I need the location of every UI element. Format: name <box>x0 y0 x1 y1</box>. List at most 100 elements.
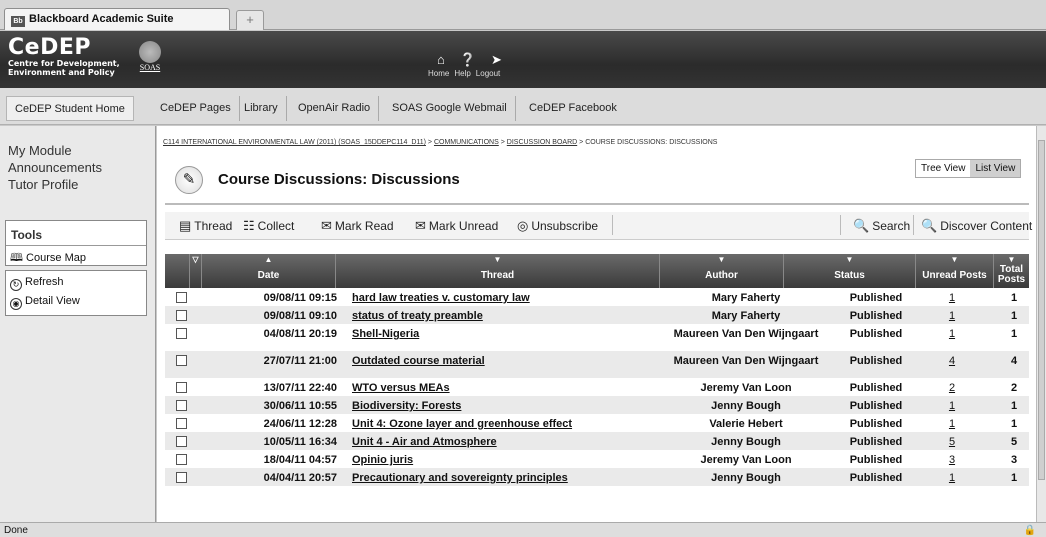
nav-library[interactable]: Library <box>236 96 287 121</box>
row-total-posts: 1 <box>1010 472 1018 484</box>
unread-posts-link[interactable]: 3 <box>922 454 982 466</box>
refresh-button[interactable]: ↻ Refresh <box>6 274 146 293</box>
unsubscribe-button[interactable]: ◎ Unsubscribe <box>517 218 598 234</box>
nav-cedep-student-home[interactable]: CeDEP Student Home <box>6 96 134 121</box>
refresh-icon: ↻ <box>10 279 22 291</box>
search-button[interactable]: 🔍 Search <box>853 218 910 234</box>
flag-column-header[interactable]: ▽ <box>189 254 201 288</box>
home-link[interactable]: Home <box>428 69 449 78</box>
unread-posts-link[interactable]: 1 <box>922 418 982 430</box>
detail-view-label: Detail View <box>25 295 80 307</box>
search-label: Search <box>872 219 911 233</box>
thread-link[interactable]: WTO versus MEAs <box>352 382 682 394</box>
nav-cedep-pages[interactable]: CeDEP Pages <box>152 96 240 121</box>
course-map-link[interactable]: 🕮 Course Map <box>6 246 146 271</box>
breadcrumb-communications[interactable]: COMMUNICATIONS <box>434 139 499 146</box>
new-thread-icon: ▤ <box>179 218 192 233</box>
row-checkbox[interactable] <box>176 328 187 339</box>
breadcrumb-separator: > <box>579 139 584 146</box>
course-navbar: CeDEP Student Home CeDEP Pages Library O… <box>0 88 1046 125</box>
sort-descending-icon: ▼ <box>493 255 502 264</box>
unread-posts-link[interactable]: 1 <box>922 328 982 340</box>
toolbar-divider <box>913 215 914 235</box>
page-scrollbar[interactable] <box>1036 126 1046 522</box>
row-checkbox[interactable] <box>176 436 187 447</box>
logout-link[interactable]: Logout <box>476 69 500 78</box>
thread-link[interactable]: Outdated course material <box>352 355 682 367</box>
sidebar-item-tutor-profile[interactable]: Tutor Profile <box>8 176 102 193</box>
nav-cedep-facebook[interactable]: CeDEP Facebook <box>521 96 625 121</box>
unread-posts-link[interactable]: 1 <box>922 292 982 304</box>
row-checkbox[interactable] <box>176 400 187 411</box>
table-row: 09/08/11 09:10 status of treaty preamble… <box>165 306 1029 324</box>
mark-unread-button[interactable]: ✉ Mark Unread <box>415 218 498 234</box>
thread-link[interactable]: Shell-Nigeria <box>352 328 682 340</box>
status-column-header[interactable]: ▼ Status <box>783 254 915 288</box>
thread-link[interactable]: status of treaty preamble <box>352 310 682 322</box>
cedep-logo[interactable]: CeDEP <box>8 35 91 60</box>
table-row: 04/04/11 20:57 Precautionary and soverei… <box>165 468 1029 486</box>
browser-status-bar: Done 🔒 <box>0 522 1046 537</box>
unread-posts-link[interactable]: 2 <box>922 382 982 394</box>
row-checkbox[interactable] <box>176 454 187 465</box>
thread-link[interactable]: hard law treaties v. customary law <box>352 292 682 304</box>
unread-posts-link[interactable]: 1 <box>922 310 982 322</box>
unread-posts-link[interactable]: 1 <box>922 400 982 412</box>
thread-link[interactable]: Unit 4: Ozone layer and greenhouse effec… <box>352 418 682 430</box>
row-checkbox[interactable] <box>176 292 187 303</box>
refresh-label: Refresh <box>25 276 64 288</box>
help-icon[interactable]: ❔ <box>460 52 476 68</box>
row-total-posts: 3 <box>1010 454 1018 466</box>
sidebar-item-announcements[interactable]: Announcements <box>8 159 102 176</box>
thread-link[interactable]: Precautionary and sovereignty principles <box>352 472 682 484</box>
scrollbar-thumb[interactable] <box>1038 140 1045 480</box>
row-date: 04/04/11 20:57 <box>263 472 337 484</box>
sidebar-item-my-module[interactable]: My Module <box>8 142 102 159</box>
list-view-button[interactable]: List View <box>970 160 1021 177</box>
nav-openair-radio[interactable]: OpenAir Radio <box>290 96 380 121</box>
author-column-header[interactable]: ▼ Author <box>659 254 783 288</box>
collect-button[interactable]: ☷ Collect <box>243 218 294 234</box>
row-checkbox[interactable] <box>176 310 187 321</box>
top-nav-labels: Home Help Logout <box>428 69 528 78</box>
logout-icon[interactable]: ➤ <box>491 52 502 68</box>
sort-ascending-icon: ▲ <box>264 255 273 264</box>
breadcrumb-separator: > <box>427 139 433 146</box>
breadcrumb-course[interactable]: C114 INTERNATIONAL ENVIRONMENTAL LAW (20… <box>163 139 426 146</box>
unread-posts-link[interactable]: 1 <box>922 472 982 484</box>
total-column-header[interactable]: ▼ Total Posts <box>993 254 1029 288</box>
thread-column-header[interactable]: ▼ Thread <box>335 254 659 288</box>
soas-logo: SOAS <box>135 41 165 81</box>
discover-content-button[interactable]: 🔍 Discover Content <box>921 218 1032 234</box>
row-checkbox[interactable] <box>176 382 187 393</box>
unread-posts-link[interactable]: 4 <box>922 355 982 367</box>
date-column-header[interactable]: ▲ Date <box>201 254 335 288</box>
flag-sort-icon: ▽ <box>192 255 199 264</box>
home-icon[interactable]: ⌂ <box>437 52 445 68</box>
browser-tab[interactable]: Bb Blackboard Academic Suite <box>4 8 230 30</box>
new-tab-button[interactable]: + <box>236 10 264 30</box>
unread-column-header[interactable]: ▼ Unread Posts <box>915 254 993 288</box>
thread-link[interactable]: Opinio juris <box>352 454 682 466</box>
collect-icon: ☷ <box>243 218 255 233</box>
thread-link[interactable]: Unit 4 - Air and Atmosphere <box>352 436 682 448</box>
tree-view-button[interactable]: Tree View <box>916 160 970 177</box>
detail-view-button[interactable]: ◉ Detail View <box>6 293 146 312</box>
help-link[interactable]: Help <box>454 69 470 78</box>
nav-soas-google-webmail[interactable]: SOAS Google Webmail <box>384 96 516 121</box>
row-checkbox[interactable] <box>176 355 187 366</box>
thread-link[interactable]: Biodiversity: Forests <box>352 400 682 412</box>
breadcrumb-current: COURSE DISCUSSIONS: DISCUSSIONS <box>585 139 718 146</box>
lock-icon: 🔒 <box>1023 525 1036 536</box>
breadcrumb: C114 INTERNATIONAL ENVIRONMENTAL LAW (20… <box>163 139 717 146</box>
unread-posts-link[interactable]: 5 <box>922 436 982 448</box>
mark-read-button[interactable]: ✉ Mark Read <box>321 218 394 234</box>
thread-button[interactable]: ▤ Thread <box>179 218 232 234</box>
row-date: 13/07/11 22:40 <box>263 382 337 394</box>
breadcrumb-discussion-board[interactable]: DISCUSSION BOARD <box>507 139 577 146</box>
row-date: 27/07/11 21:00 <box>263 355 337 367</box>
breadcrumb-separator: > <box>500 139 505 146</box>
row-date: 04/08/11 20:19 <box>263 328 337 340</box>
row-checkbox[interactable] <box>176 418 187 429</box>
row-checkbox[interactable] <box>176 472 187 483</box>
